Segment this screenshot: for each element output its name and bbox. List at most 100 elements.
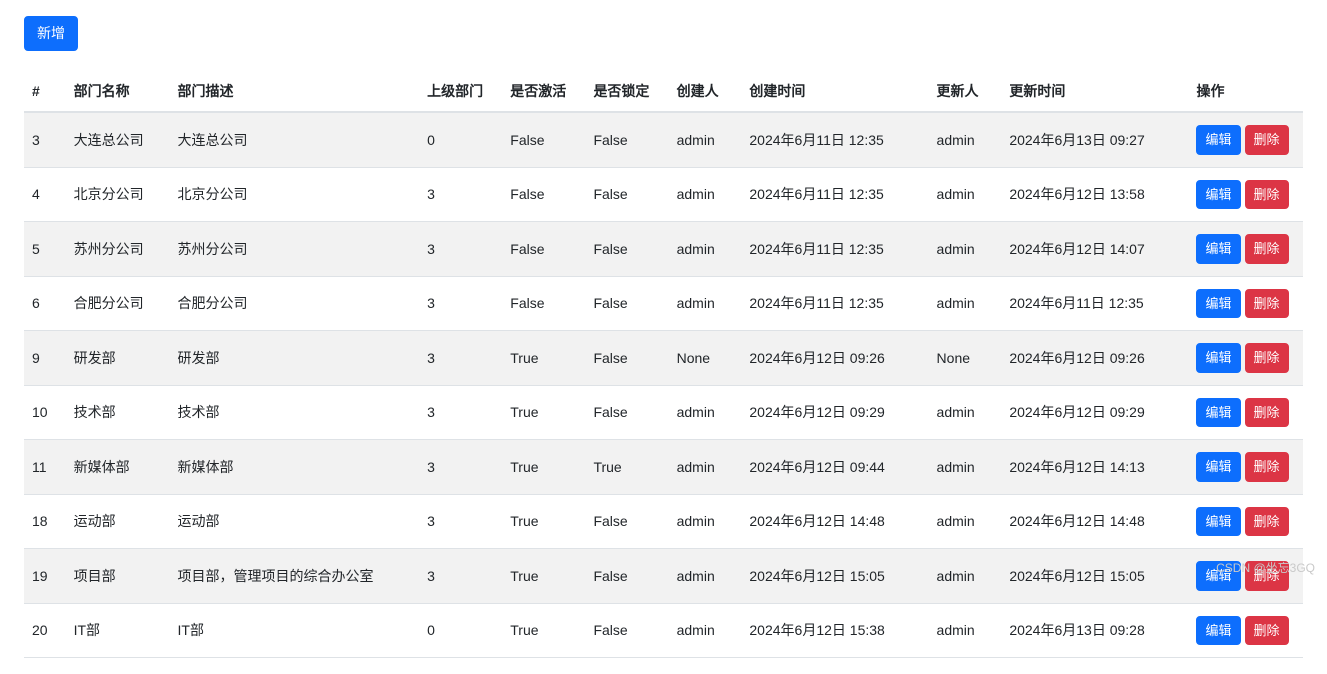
header-updater: 更新人 <box>929 71 1002 112</box>
delete-button[interactable]: 删除 <box>1245 289 1289 319</box>
cell-action: 编辑删除 <box>1188 331 1303 386</box>
cell-action: 编辑删除 <box>1188 385 1303 440</box>
cell-ctime: 2024年6月11日 12:35 <box>741 276 928 331</box>
header-ctime: 创建时间 <box>741 71 928 112</box>
cell-desc: 苏州分公司 <box>170 222 420 277</box>
cell-locked: False <box>585 549 668 604</box>
cell-locked: True <box>585 440 668 495</box>
cell-creator: None <box>669 331 742 386</box>
cell-desc: 运动部 <box>170 494 420 549</box>
edit-button[interactable]: 编辑 <box>1196 180 1240 210</box>
cell-parent: 3 <box>419 494 502 549</box>
cell-name: 技术部 <box>66 385 170 440</box>
cell-name: 研发部 <box>66 331 170 386</box>
cell-num: 6 <box>24 276 66 331</box>
cell-creator: admin <box>669 549 742 604</box>
cell-active: False <box>502 222 585 277</box>
department-table: # 部门名称 部门描述 上级部门 是否激活 是否锁定 创建人 创建时间 更新人 … <box>24 71 1303 658</box>
cell-active: False <box>502 112 585 167</box>
cell-utime: 2024年6月12日 13:58 <box>1001 167 1188 222</box>
delete-button[interactable]: 删除 <box>1245 507 1289 537</box>
header-active: 是否激活 <box>502 71 585 112</box>
cell-ctime: 2024年6月11日 12:35 <box>741 112 928 167</box>
cell-ctime: 2024年6月12日 15:05 <box>741 549 928 604</box>
cell-ctime: 2024年6月12日 09:26 <box>741 331 928 386</box>
cell-num: 5 <box>24 222 66 277</box>
header-name: 部门名称 <box>66 71 170 112</box>
edit-button[interactable]: 编辑 <box>1196 398 1240 428</box>
cell-utime: 2024年6月12日 14:07 <box>1001 222 1188 277</box>
table-row: 19项目部项目部，管理项目的综合办公室3TrueFalseadmin2024年6… <box>24 549 1303 604</box>
header-creator: 创建人 <box>669 71 742 112</box>
cell-creator: admin <box>669 385 742 440</box>
delete-button[interactable]: 删除 <box>1245 452 1289 482</box>
table-row: 10技术部技术部3TrueFalseadmin2024年6月12日 09:29a… <box>24 385 1303 440</box>
cell-action: 编辑删除 <box>1188 549 1303 604</box>
cell-desc: 大连总公司 <box>170 112 420 167</box>
header-num: # <box>24 71 66 112</box>
cell-num: 9 <box>24 331 66 386</box>
delete-button[interactable]: 删除 <box>1245 561 1289 591</box>
cell-active: True <box>502 331 585 386</box>
cell-updater: admin <box>929 603 1002 658</box>
cell-locked: False <box>585 222 668 277</box>
cell-name: 运动部 <box>66 494 170 549</box>
cell-utime: 2024年6月12日 14:48 <box>1001 494 1188 549</box>
cell-desc: IT部 <box>170 603 420 658</box>
cell-active: False <box>502 167 585 222</box>
cell-name: 合肥分公司 <box>66 276 170 331</box>
cell-action: 编辑删除 <box>1188 112 1303 167</box>
cell-desc: 新媒体部 <box>170 440 420 495</box>
edit-button[interactable]: 编辑 <box>1196 616 1240 646</box>
cell-desc: 技术部 <box>170 385 420 440</box>
cell-locked: False <box>585 276 668 331</box>
table-row: 11新媒体部新媒体部3TrueTrueadmin2024年6月12日 09:44… <box>24 440 1303 495</box>
edit-button[interactable]: 编辑 <box>1196 452 1240 482</box>
cell-ctime: 2024年6月12日 14:48 <box>741 494 928 549</box>
cell-num: 20 <box>24 603 66 658</box>
cell-parent: 3 <box>419 276 502 331</box>
edit-button[interactable]: 编辑 <box>1196 343 1240 373</box>
delete-button[interactable]: 删除 <box>1245 343 1289 373</box>
delete-button[interactable]: 删除 <box>1245 398 1289 428</box>
delete-button[interactable]: 删除 <box>1245 180 1289 210</box>
edit-button[interactable]: 编辑 <box>1196 125 1240 155</box>
cell-action: 编辑删除 <box>1188 440 1303 495</box>
edit-button[interactable]: 编辑 <box>1196 507 1240 537</box>
cell-desc: 合肥分公司 <box>170 276 420 331</box>
cell-locked: False <box>585 494 668 549</box>
edit-button[interactable]: 编辑 <box>1196 234 1240 264</box>
cell-updater: admin <box>929 494 1002 549</box>
cell-utime: 2024年6月12日 14:13 <box>1001 440 1188 495</box>
cell-ctime: 2024年6月11日 12:35 <box>741 167 928 222</box>
edit-button[interactable]: 编辑 <box>1196 561 1240 591</box>
table-row: 20IT部IT部0TrueFalseadmin2024年6月12日 15:38a… <box>24 603 1303 658</box>
cell-active: True <box>502 549 585 604</box>
cell-action: 编辑删除 <box>1188 494 1303 549</box>
cell-ctime: 2024年6月12日 09:29 <box>741 385 928 440</box>
edit-button[interactable]: 编辑 <box>1196 289 1240 319</box>
cell-ctime: 2024年6月12日 09:44 <box>741 440 928 495</box>
cell-action: 编辑删除 <box>1188 167 1303 222</box>
cell-parent: 3 <box>419 385 502 440</box>
cell-name: 北京分公司 <box>66 167 170 222</box>
cell-parent: 3 <box>419 167 502 222</box>
cell-updater: admin <box>929 549 1002 604</box>
cell-active: True <box>502 603 585 658</box>
cell-action: 编辑删除 <box>1188 222 1303 277</box>
cell-utime: 2024年6月13日 09:27 <box>1001 112 1188 167</box>
cell-updater: None <box>929 331 1002 386</box>
cell-num: 4 <box>24 167 66 222</box>
cell-num: 3 <box>24 112 66 167</box>
header-locked: 是否锁定 <box>585 71 668 112</box>
cell-locked: False <box>585 385 668 440</box>
add-button[interactable]: 新增 <box>24 16 78 51</box>
delete-button[interactable]: 删除 <box>1245 234 1289 264</box>
cell-creator: admin <box>669 494 742 549</box>
cell-parent: 3 <box>419 549 502 604</box>
header-action: 操作 <box>1188 71 1303 112</box>
delete-button[interactable]: 删除 <box>1245 125 1289 155</box>
table-header-row: # 部门名称 部门描述 上级部门 是否激活 是否锁定 创建人 创建时间 更新人 … <box>24 71 1303 112</box>
delete-button[interactable]: 删除 <box>1245 616 1289 646</box>
cell-ctime: 2024年6月12日 15:38 <box>741 603 928 658</box>
